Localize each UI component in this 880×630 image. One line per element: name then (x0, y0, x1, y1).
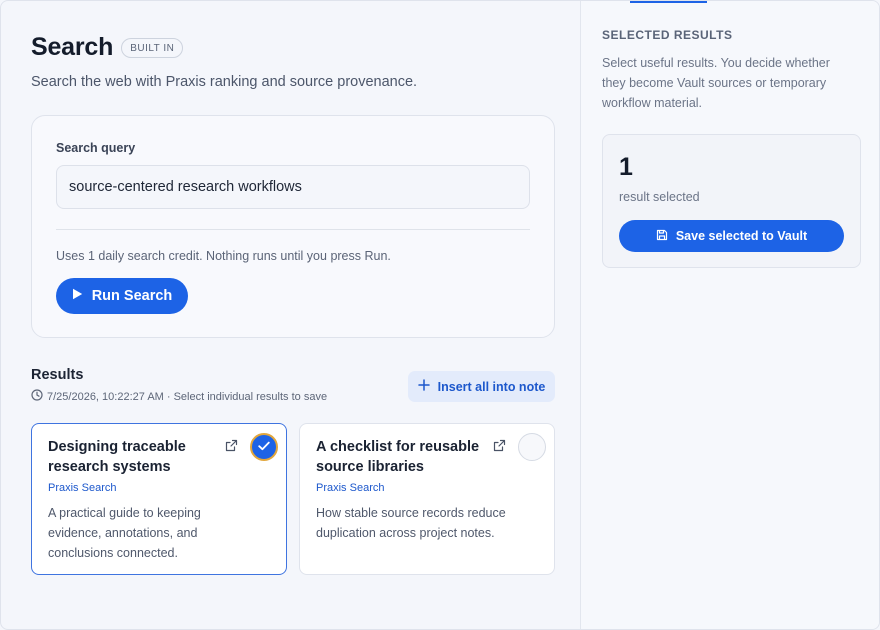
plus-icon (417, 379, 430, 394)
search-query-label: Search query (56, 141, 136, 155)
search-query-input[interactable]: source-centered research workflows (56, 165, 530, 209)
save-to-vault-button[interactable]: Save selected to Vault (619, 220, 844, 252)
selected-results-panel: SELECTED RESULTS Select useful results. … (581, 1, 879, 629)
check-icon (258, 438, 270, 456)
result-card[interactable]: A checklist for reusable source librarie… (299, 423, 555, 575)
search-query-card: Search query source-centered research wo… (31, 115, 555, 338)
page-subtitle: Search the web with Praxis ranking and s… (31, 74, 418, 90)
result-select-checkbox[interactable] (250, 433, 278, 461)
divider (56, 229, 530, 230)
save-icon (656, 229, 668, 244)
selection-summary-card: 1 result selected Save selected to Vault (602, 134, 861, 268)
result-description: How stable source records reduce duplica… (316, 506, 506, 540)
result-source: Praxis Search (316, 482, 385, 494)
main-panel: Search BUILT IN Search the web with Prax… (1, 1, 581, 629)
insert-all-label: Insert all into note (437, 379, 546, 394)
save-to-vault-label: Save selected to Vault (675, 229, 808, 243)
result-title: A checklist for reusable source librarie… (316, 439, 480, 475)
selected-results-title: SELECTED RESULTS (602, 28, 733, 42)
result-title: Designing traceable research systems (48, 439, 186, 475)
result-source: Praxis Search (48, 482, 117, 494)
run-search-label: Run Search (91, 288, 173, 304)
clock-icon (31, 389, 43, 404)
insert-all-button[interactable]: Insert all into note (408, 371, 555, 402)
external-link-icon[interactable] (493, 439, 506, 457)
selected-count: 1 (619, 153, 633, 181)
app-window: Search BUILT IN Search the web with Prax… (0, 0, 880, 630)
selected-results-description: Select useful results. You decide whethe… (602, 56, 830, 110)
page-title: Search (31, 32, 114, 61)
results-header: Results 7/25/2026, 10:22:27 AM · Select … (31, 367, 555, 407)
active-tab-indicator (630, 1, 707, 3)
search-credit-note: Uses 1 daily search credit. Nothing runs… (56, 249, 391, 263)
run-search-button[interactable]: Run Search (56, 278, 188, 314)
play-icon (72, 288, 83, 304)
result-card[interactable]: Designing traceable research systems Pra… (31, 423, 287, 575)
search-query-value: source-centered research workflows (69, 179, 302, 195)
results-timestamp: 7/25/2026, 10:22:27 AM · Select individu… (47, 390, 328, 403)
built-in-badge: BUILT IN (121, 38, 184, 58)
selected-count-label: result selected (619, 190, 700, 204)
result-select-checkbox[interactable] (518, 433, 546, 461)
result-description: A practical guide to keeping evidence, a… (48, 506, 201, 560)
external-link-icon[interactable] (225, 439, 238, 457)
page-header: Search BUILT IN (31, 31, 552, 63)
